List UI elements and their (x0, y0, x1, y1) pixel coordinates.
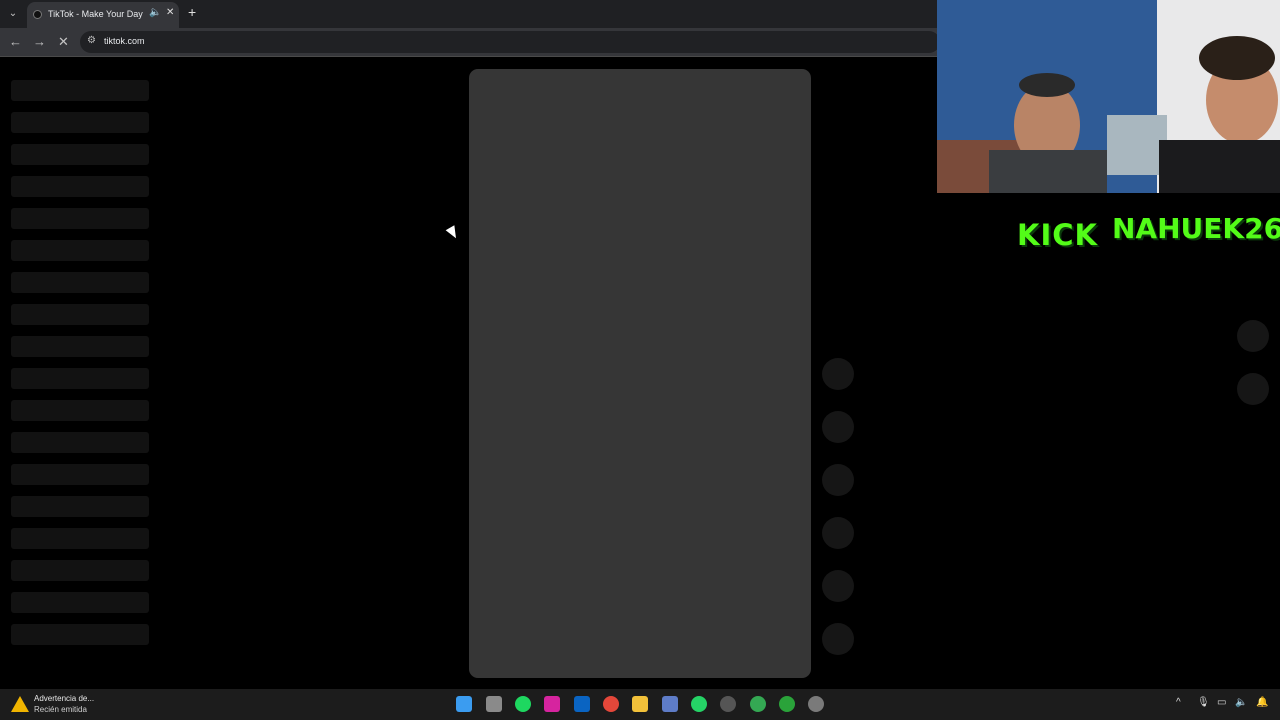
chrome-icon[interactable] (603, 696, 619, 712)
sidebar-skeleton-item (11, 272, 149, 293)
action-button-skeleton[interactable] (822, 464, 854, 496)
sidebar-skeleton-item (11, 176, 149, 197)
instagram-icon[interactable] (544, 696, 560, 712)
url-text: tiktok.com (104, 36, 145, 46)
file-explorer-icon[interactable] (632, 696, 648, 712)
action-button-skeleton[interactable] (822, 623, 854, 655)
volume-icon[interactable]: 🔈 (1235, 697, 1247, 708)
chevron-up-icon[interactable]: ^ (1176, 697, 1181, 708)
outlook-icon[interactable] (574, 696, 590, 712)
tab-tiktok[interactable]: TikTok - Make Your Day 🔈 ✕ (27, 2, 179, 28)
task-view-icon[interactable] (486, 696, 502, 712)
notification-subtitle: Recién emitida (34, 705, 87, 714)
tab-list-button[interactable]: ⌄ (4, 5, 22, 23)
plus-icon[interactable]: + (188, 4, 196, 20)
sidebar-skeleton-item (11, 432, 149, 453)
sidebar-skeleton-item (11, 304, 149, 325)
sidebar-skeleton-item (11, 496, 149, 517)
close-icon[interactable]: ✕ (166, 7, 174, 18)
forward-arrow-icon[interactable]: → (33, 34, 46, 49)
whatsapp-icon[interactable] (691, 696, 707, 712)
xbox-icon[interactable] (779, 696, 795, 712)
address-bar[interactable]: ⚙ tiktok.com (80, 31, 940, 53)
speaker-icon[interactable]: 🔈 (149, 7, 161, 18)
previous-video-button[interactable] (1237, 320, 1269, 352)
kick-logo: KICK (1017, 218, 1099, 252)
sidebar-skeleton-item (11, 80, 149, 101)
tiktok-favicon-icon (33, 10, 42, 19)
mouse-cursor (445, 225, 461, 241)
notification-bell-icon[interactable]: 🔔 (1256, 697, 1268, 708)
next-video-button[interactable] (1237, 373, 1269, 405)
notification-title: Advertencia de... (34, 694, 95, 703)
sidebar-skeleton-item (11, 368, 149, 389)
action-button-skeleton[interactable] (822, 517, 854, 549)
tab-title: TikTok - Make Your Day (48, 9, 143, 19)
webcam-overlay (937, 0, 1280, 193)
sidebar-skeleton-item (11, 560, 149, 581)
warning-icon (11, 696, 29, 712)
microsoft-store-icon[interactable] (662, 696, 678, 712)
back-arrow-icon[interactable]: ← (9, 34, 22, 49)
windows-taskbar: Advertencia de... Recién emitida ^ 🎙 ▭ 🔈… (0, 689, 1280, 720)
sidebar-skeleton-item (11, 528, 149, 549)
kick-username: NAHUEK266 (1112, 212, 1280, 245)
chevron-down-icon: ⌄ (8, 8, 18, 19)
action-button-skeleton[interactable] (822, 570, 854, 602)
sidebar-skeleton-item (11, 400, 149, 421)
app-icon[interactable] (720, 696, 736, 712)
spotify-icon[interactable] (515, 696, 531, 712)
sidebar-skeleton-item (11, 240, 149, 261)
app-icon[interactable] (808, 696, 824, 712)
sidebar-skeleton-item (11, 208, 149, 229)
video-placeholder[interactable] (469, 69, 811, 678)
action-button-skeleton[interactable] (822, 411, 854, 443)
microphone-icon[interactable]: 🎙 (1197, 697, 1210, 708)
stop-loading-icon[interactable]: ✕ (58, 34, 69, 50)
windows-start-icon[interactable] (456, 696, 472, 712)
sidebar-skeleton-item (11, 592, 149, 613)
site-settings-icon[interactable]: ⚙ (87, 35, 96, 46)
sidebar-skeleton-item (11, 464, 149, 485)
sidebar-skeleton-item (11, 144, 149, 165)
sidebar-skeleton-item (11, 336, 149, 357)
network-icon[interactable]: ▭ (1217, 697, 1226, 708)
chrome-profile-icon[interactable] (750, 696, 766, 712)
action-button-skeleton[interactable] (822, 358, 854, 390)
sidebar-skeleton-item (11, 112, 149, 133)
webcam-image (937, 0, 1280, 193)
sidebar-skeleton-item (11, 624, 149, 645)
